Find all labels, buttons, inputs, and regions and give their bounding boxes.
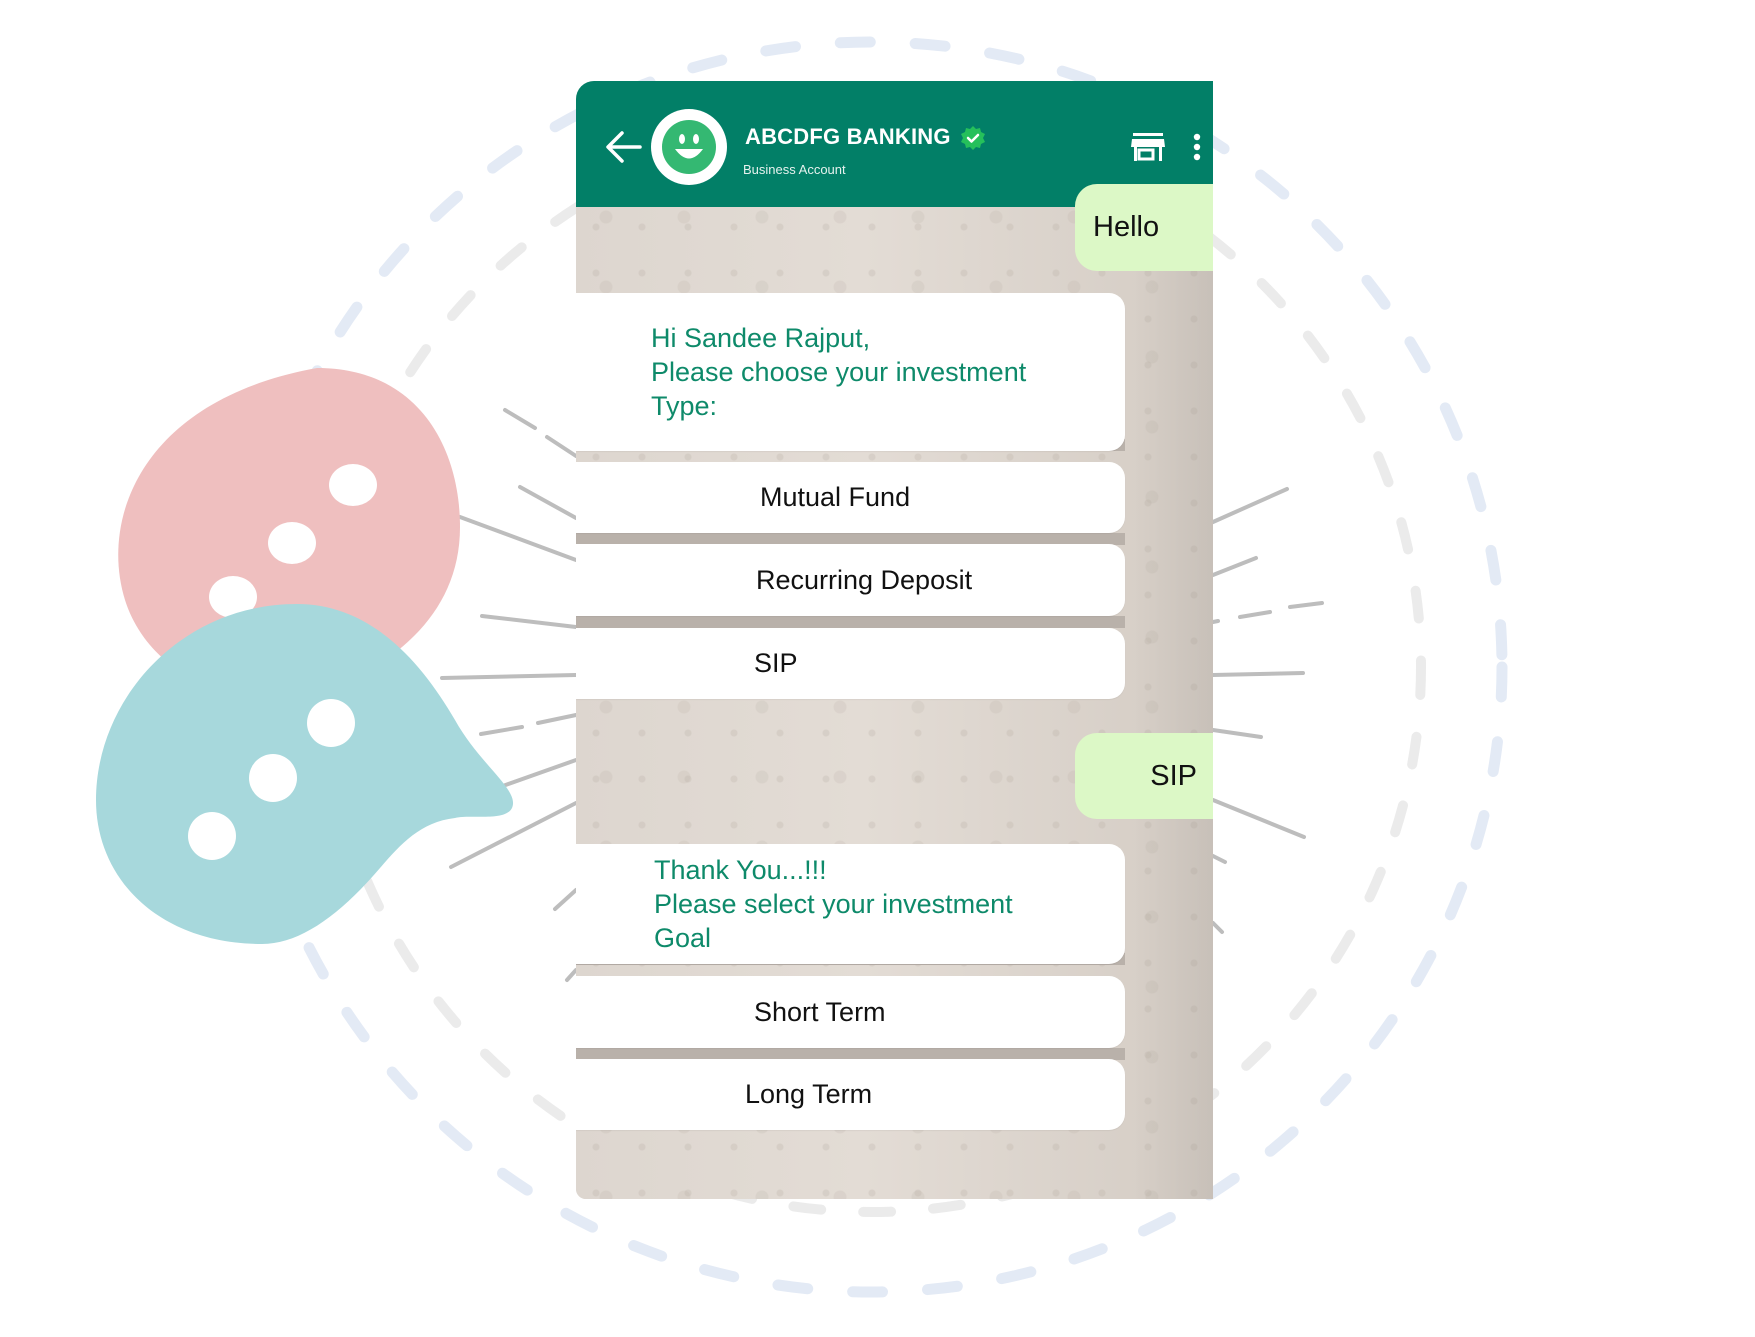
avatar[interactable] [651, 109, 727, 185]
teal-chat-bubble-icon [96, 604, 514, 944]
message-text: SIP [1150, 759, 1197, 792]
contact-name[interactable]: ABCDFG BANKING [745, 124, 951, 150]
option-label: Long Term [745, 1079, 873, 1109]
option-button-long-term[interactable]: Long Term [576, 1059, 1125, 1130]
option-label: SIP [754, 648, 798, 678]
incoming-message: Thank You...!!! Please select your inves… [576, 844, 1125, 964]
option-button-sip[interactable]: SIP [576, 628, 1125, 699]
store-icon[interactable] [1131, 133, 1165, 161]
message-line: Thank You...!!! [654, 855, 827, 885]
sunburst-lines-right [1211, 487, 1324, 934]
option-button-short-term[interactable]: Short Term [576, 976, 1125, 1048]
message-line: Type: [651, 391, 718, 421]
incoming-message: Hi Sandee Rajput, Please choose your inv… [576, 293, 1125, 451]
option-button-mutual-fund[interactable]: Mutual Fund [576, 462, 1125, 533]
more-vertical-icon[interactable] [1192, 133, 1202, 163]
message-line: Goal [654, 923, 712, 953]
option-button-recurring-deposit[interactable]: Recurring Deposit [576, 544, 1125, 616]
whatsapp-chat-window: ABCDFG BANKING Business Account Hello Hi… [576, 81, 1213, 1199]
smiley-avatar-icon [662, 120, 716, 174]
account-type-label: Business Account [743, 162, 846, 177]
option-label: Short Term [754, 996, 886, 1027]
back-arrow-icon[interactable] [604, 129, 644, 165]
message-text: Hello [1093, 211, 1160, 243]
outgoing-message: SIP [1075, 733, 1213, 819]
outgoing-message: Hello [1075, 184, 1213, 271]
message-line: Please select your investment [654, 889, 1013, 919]
message-line: Please choose your investment [651, 357, 1027, 387]
option-label: Recurring Deposit [756, 564, 973, 595]
option-label: Mutual Fund [760, 482, 911, 512]
message-line: Hi Sandee Rajput, [651, 323, 871, 353]
verified-badge-icon [961, 126, 985, 150]
sunburst-lines-left [440, 408, 578, 982]
